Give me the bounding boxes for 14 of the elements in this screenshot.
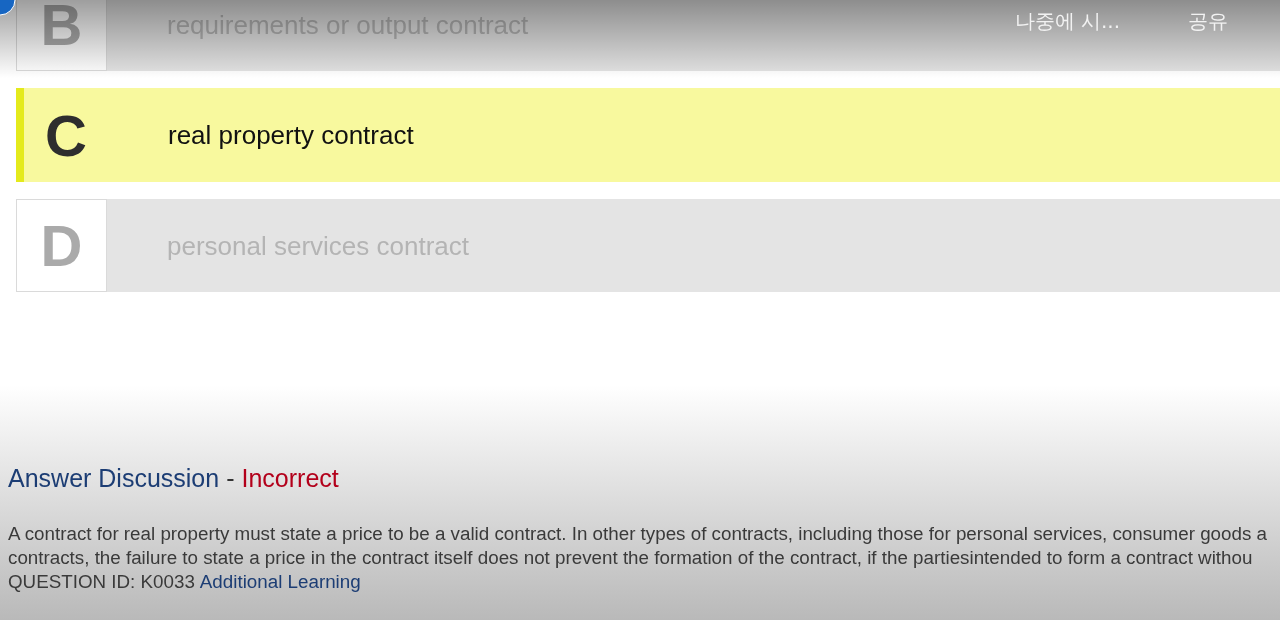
- avatar-icon[interactable]: [0, 0, 16, 16]
- answer-explanation: A contract for real property must state a price to be a valid contract. In other types of contracts, including those for personal services, consumer goods a contracts, the failure to state a price in the contract itself does not prevent the formation of the contract, if the partiesintended to form a contract withou: [8, 522, 1268, 570]
- discussion-title: Answer Discussion: [8, 464, 220, 492]
- option-text: real property contract: [168, 120, 414, 150]
- watch-later-button[interactable]: 나중에 시...: [1014, 8, 1120, 34]
- option-letter: B: [16, 0, 107, 71]
- additional-learning-link[interactable]: Additional Learning: [199, 571, 361, 592]
- title-separator: -: [226, 464, 235, 492]
- option-letter: D: [16, 199, 107, 292]
- result-label: Incorrect: [241, 464, 339, 492]
- question-id: QUESTION ID: K0033: [8, 571, 195, 592]
- option-letter: C: [44, 101, 88, 170]
- share-button[interactable]: 공유: [1188, 8, 1228, 34]
- answer-option[interactable]: C real property contract: [16, 88, 1280, 182]
